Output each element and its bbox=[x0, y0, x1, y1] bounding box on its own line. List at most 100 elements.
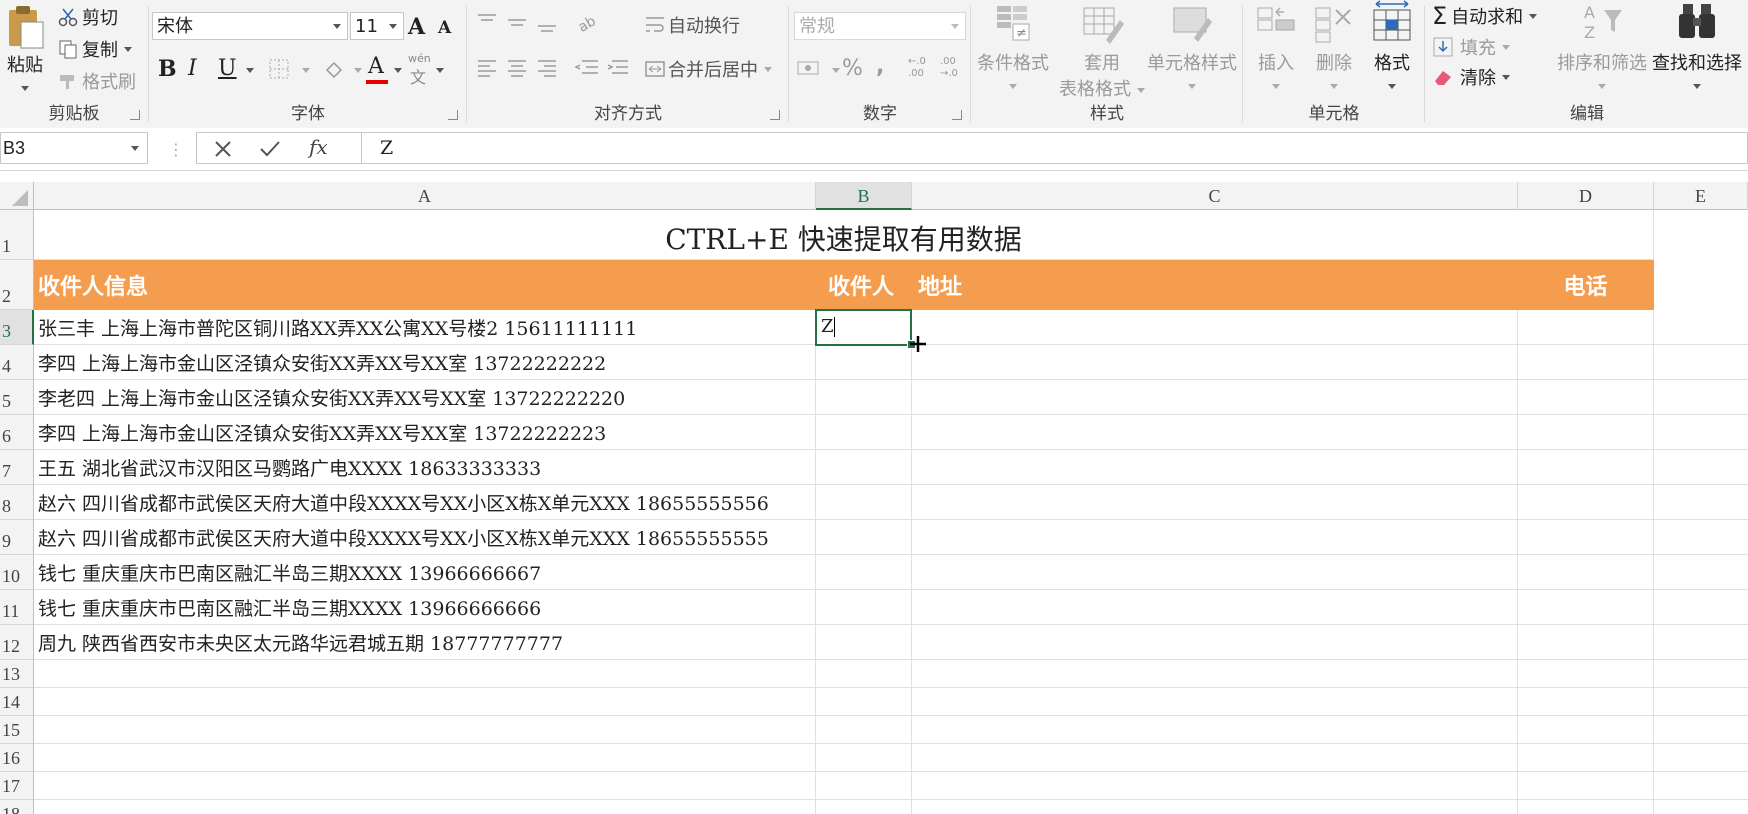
row-header-6[interactable]: 6 bbox=[0, 415, 34, 450]
info-cell-a12[interactable]: 周九 陕西省西安市未央区太元路华远君城五期 18777777777 bbox=[34, 625, 816, 660]
copy-button[interactable]: 复制 bbox=[58, 36, 132, 62]
header-info-cell[interactable]: 收件人信息 bbox=[34, 260, 816, 310]
formula-input[interactable]: Z bbox=[362, 132, 1748, 164]
number-format-select[interactable]: 常规 bbox=[794, 12, 966, 40]
conditional-formatting-button[interactable]: ≠ 条件格式 bbox=[976, 4, 1050, 96]
column-header-b[interactable]: B bbox=[816, 182, 912, 210]
insert-cells-button[interactable]: 插入 bbox=[1248, 4, 1304, 96]
scissors-icon bbox=[58, 8, 78, 27]
autosum-button[interactable]: Σ 自动求和 bbox=[1432, 2, 1538, 30]
row-header-15[interactable]: 15 bbox=[0, 716, 34, 744]
row-header-4[interactable]: 4 bbox=[0, 345, 34, 380]
info-cell-a9[interactable]: 赵六 四川省成都市武侯区天府大道中段XXXX号XX小区X栋X单元XXX 1865… bbox=[34, 520, 816, 555]
insert-function-button[interactable]: fx bbox=[309, 135, 328, 159]
name-box[interactable]: B3 bbox=[0, 132, 148, 164]
row-header-1[interactable]: 1 bbox=[0, 210, 34, 260]
wrap-text-icon bbox=[646, 17, 664, 32]
sort-filter-button[interactable]: AZ 排序和筛选 bbox=[1554, 0, 1650, 96]
row-header-7[interactable]: 7 bbox=[0, 450, 34, 485]
sheet-title-cell[interactable]: CTRL+E 快速提取有用数据 bbox=[34, 210, 1654, 260]
header-address-cell[interactable]: 地址 bbox=[912, 260, 1518, 310]
info-cell-a11[interactable]: 钱七 重庆重庆市巴南区融汇半岛三期XXXX 13966666666 bbox=[34, 590, 816, 625]
orientation-icon[interactable]: ab bbox=[576, 12, 616, 34]
clipboard-launcher-icon[interactable] bbox=[130, 110, 140, 120]
row-header-5[interactable]: 5 bbox=[0, 380, 34, 415]
clear-button[interactable]: 清除 bbox=[1432, 64, 1510, 90]
info-cell-a6[interactable]: 李四 上海上海市金山区泾镇众安街XX弄XX号XX室 13722222223 bbox=[34, 415, 816, 450]
confirm-entry-icon[interactable] bbox=[259, 139, 281, 159]
fill-button[interactable]: 填充 bbox=[1432, 34, 1510, 60]
percent-button[interactable]: % bbox=[842, 56, 863, 81]
decrease-decimal-top: .00 bbox=[940, 56, 956, 67]
info-cell-a10[interactable]: 钱七 重庆重庆市巴南区融汇半岛三期XXXX 13966666667 bbox=[34, 555, 816, 590]
row-header-12[interactable]: 12 bbox=[0, 625, 34, 660]
vertical-align-icons[interactable] bbox=[476, 12, 572, 34]
increase-decimal-button[interactable]: ←.0 .00 bbox=[908, 56, 926, 80]
fill-color-icon[interactable] bbox=[322, 58, 346, 82]
info-cell-a4[interactable]: 李四 上海上海市金山区泾镇众安街XX弄XX号XX室 13722222222 bbox=[34, 345, 816, 380]
format-as-table-button[interactable]: 套用 表格格式 bbox=[1052, 4, 1152, 101]
info-cell-a3[interactable]: 张三丰 上海上海市普陀区铜川路XX弄XX公寓XX号楼2 15611111111 bbox=[34, 310, 816, 345]
phonetic-button[interactable]: 文 bbox=[410, 64, 426, 88]
row-header-10[interactable]: 10 bbox=[0, 555, 34, 590]
column-header-e[interactable]: E bbox=[1654, 182, 1748, 210]
find-select-button[interactable]: 查找和选择 bbox=[1646, 0, 1748, 96]
currency-icon[interactable] bbox=[796, 58, 826, 80]
underline-button[interactable]: U bbox=[218, 56, 237, 81]
shrink-font-button[interactable]: A bbox=[438, 18, 451, 38]
info-cell-a7[interactable]: 王五 湖北省武汉市汉阳区马鹦路广电XXXX 18633333333 bbox=[34, 450, 816, 485]
info-cell-a8[interactable]: 赵六 四川省成都市武侯区天府大道中段XXXX号XX小区X栋X单元XXX 1865… bbox=[34, 485, 816, 520]
comma-button[interactable]: , bbox=[876, 54, 884, 79]
cell-styles-icon bbox=[1173, 7, 1212, 42]
italic-button[interactable]: I bbox=[188, 56, 197, 81]
cancel-entry-icon[interactable] bbox=[213, 139, 233, 159]
column-header-d[interactable]: D bbox=[1518, 182, 1654, 210]
font-color-button[interactable]: A bbox=[368, 54, 384, 79]
header-recipient-cell[interactable]: 收件人 bbox=[816, 260, 912, 310]
borders-icon[interactable] bbox=[268, 58, 292, 82]
delete-cells-button[interactable]: 删除 bbox=[1306, 4, 1362, 96]
horizontal-align-icons[interactable] bbox=[476, 58, 572, 80]
select-all-button[interactable] bbox=[0, 182, 34, 210]
info-cell-a5[interactable]: 李老四 上海上海市金山区泾镇众安街XX弄XX号XX室 13722222220 bbox=[34, 380, 816, 415]
row-header-17[interactable]: 17 bbox=[0, 772, 34, 800]
indent-icons[interactable] bbox=[574, 58, 640, 80]
font-launcher-icon[interactable] bbox=[448, 110, 458, 120]
column-header-c[interactable]: C bbox=[912, 182, 1518, 210]
decrease-decimal-button[interactable]: .00 →.0 bbox=[940, 56, 958, 80]
row-header-8[interactable]: 8 bbox=[0, 485, 34, 520]
cut-button[interactable]: 剪切 bbox=[58, 4, 118, 30]
format-painter-button[interactable]: 格式刷 bbox=[58, 68, 136, 94]
formula-bar-grip-icon[interactable]: ⋮ bbox=[168, 140, 184, 159]
row-header-14[interactable]: 14 bbox=[0, 688, 34, 716]
cell-styles-button[interactable]: 单元格样式 bbox=[1142, 4, 1242, 96]
insert-cells-icon bbox=[1257, 7, 1295, 31]
cells-group-label: 单元格 bbox=[1308, 104, 1360, 124]
row-header-18[interactable]: 18 bbox=[0, 800, 34, 814]
font-name-select[interactable]: 宋体 bbox=[152, 12, 348, 40]
number-format-value: 常规 bbox=[799, 16, 835, 37]
column-header-a[interactable]: A bbox=[34, 182, 816, 210]
active-cell-b3[interactable]: Z bbox=[815, 309, 912, 346]
paste-button[interactable]: 粘贴 bbox=[2, 4, 48, 98]
styles-group-label: 样式 bbox=[1090, 104, 1124, 124]
row-header-2[interactable]: 2 bbox=[0, 260, 34, 310]
row-header-16[interactable]: 16 bbox=[0, 744, 34, 772]
row-header-3[interactable]: 3 bbox=[0, 310, 34, 345]
row-header-13[interactable]: 13 bbox=[0, 660, 34, 688]
row-header-11[interactable]: 11 bbox=[0, 590, 34, 625]
row-header-9[interactable]: 9 bbox=[0, 520, 34, 555]
font-size-select[interactable]: 11 bbox=[350, 12, 404, 40]
header-phone-cell[interactable]: 电话 bbox=[1518, 260, 1654, 310]
alignment-launcher-icon[interactable] bbox=[770, 110, 780, 120]
merge-center-button[interactable]: 合并后居中 bbox=[644, 56, 772, 82]
number-launcher-icon[interactable] bbox=[952, 110, 962, 120]
format-cells-icon bbox=[1373, 0, 1411, 41]
bold-button[interactable]: B bbox=[158, 56, 177, 82]
copy-label: 复制 bbox=[82, 40, 118, 61]
divider bbox=[1242, 6, 1243, 122]
eraser-icon bbox=[1435, 71, 1451, 85]
wrap-text-button[interactable]: 自动换行 bbox=[644, 12, 740, 38]
grow-font-button[interactable]: A bbox=[408, 14, 425, 40]
format-cells-button[interactable]: 格式 bbox=[1364, 0, 1420, 96]
